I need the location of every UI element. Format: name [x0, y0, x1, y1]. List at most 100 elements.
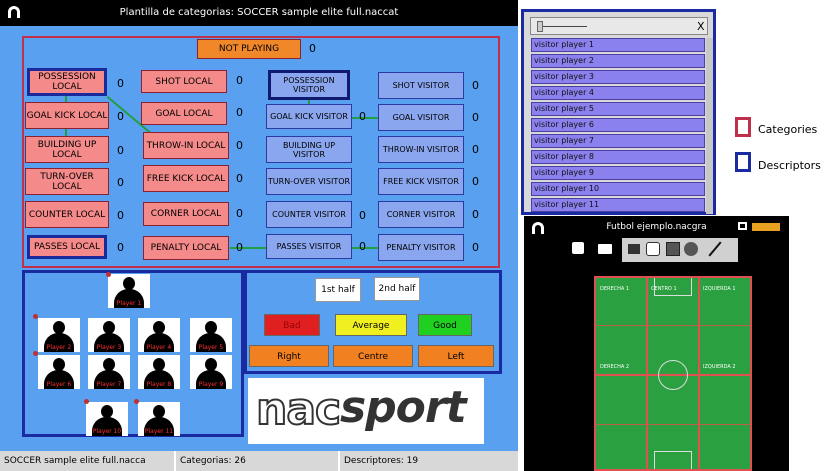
- player-card[interactable]: Player 5: [190, 318, 232, 352]
- save-icon[interactable]: [572, 242, 584, 254]
- line-tool-icon[interactable]: [708, 241, 722, 257]
- category-label: COUNTER VISITOR: [272, 210, 346, 219]
- status-bar: SOCCER sample elite full.nacca Categoria…: [0, 451, 518, 471]
- list-item[interactable]: visitor player 8: [531, 150, 705, 164]
- category-goal-visitor[interactable]: GOAL VISITOR: [378, 104, 464, 131]
- category-corner-local[interactable]: CORNER LOCAL: [143, 202, 229, 226]
- category-corner-visitor[interactable]: CORNER VISITOR: [378, 201, 464, 228]
- not-playing-label: NOT PLAYING: [218, 44, 280, 54]
- player-label: Player 2: [46, 344, 72, 351]
- category-count: 0: [117, 209, 124, 222]
- list-item[interactable]: visitor player 10: [531, 182, 705, 196]
- list-item[interactable]: visitor player 1: [531, 38, 705, 52]
- category-goal-kick-local[interactable]: GOAL KICK LOCAL: [25, 102, 109, 129]
- category-penalty-local[interactable]: PENALTY LOCAL: [143, 236, 229, 260]
- list-scrollbar[interactable]: [706, 38, 713, 214]
- hand-icon[interactable]: [646, 242, 660, 256]
- maximize-icon[interactable]: [738, 222, 747, 230]
- category-turn-over-visitor[interactable]: TURN-OVER VISITOR: [266, 168, 352, 195]
- category-count: 0: [359, 209, 366, 222]
- player-card[interactable]: Player 7: [88, 355, 130, 389]
- category-goal-local[interactable]: GOAL LOCAL: [141, 102, 227, 125]
- category-penalty-visitor[interactable]: PENALTY VISITOR: [378, 234, 464, 261]
- list-item[interactable]: visitor player 2: [531, 54, 705, 68]
- zone-centre-button[interactable]: Centre: [333, 345, 413, 367]
- close-icon[interactable]: X: [697, 20, 705, 33]
- category-goal-kick-visitor[interactable]: GOAL KICK VISITOR: [266, 104, 352, 129]
- category-label: POSSESSION VISITOR: [283, 76, 335, 94]
- folder-icon[interactable]: [598, 244, 612, 254]
- player-label: Player 5: [198, 344, 224, 351]
- player-card[interactable]: Player 3: [88, 318, 130, 352]
- zone-line-lower: [596, 424, 750, 425]
- legend-descriptors-label: Descriptors: [758, 159, 821, 172]
- player-card[interactable]: Player 8: [138, 355, 180, 389]
- player-card[interactable]: Player 10: [86, 402, 128, 436]
- category-count: 0: [236, 74, 243, 87]
- category-building-up-visitor[interactable]: BUILDING UP VISITOR: [266, 136, 352, 163]
- zone-label: CENTRO 1: [651, 286, 677, 292]
- category-counter-visitor[interactable]: COUNTER VISITOR: [266, 201, 352, 228]
- category-turn-over-local[interactable]: TURN-OVER LOCAL: [25, 168, 109, 195]
- category-shot-local[interactable]: SHOT LOCAL: [141, 70, 227, 93]
- rating-good-button[interactable]: Good: [418, 314, 472, 336]
- category-possession-visitor[interactable]: POSSESSION VISITOR: [268, 70, 350, 100]
- folder-open-icon[interactable]: [628, 244, 640, 254]
- category-free-kick-visitor[interactable]: FREE KICK VISITOR: [378, 168, 464, 195]
- soccer-field[interactable]: DERECHA 1 CENTRO 1 IZQUIERDA 1 DERECHA 2…: [594, 276, 752, 471]
- zone-label: DERECHA 1: [600, 286, 630, 292]
- app-logo-icon: [8, 6, 20, 18]
- category-passes-visitor[interactable]: PASSES VISITOR: [266, 234, 352, 259]
- rating-average-button[interactable]: Average: [335, 314, 407, 336]
- category-shot-visitor[interactable]: SHOT VISITOR: [378, 72, 464, 99]
- category-label: POSSESSION LOCAL: [38, 72, 96, 92]
- list-item[interactable]: visitor player 6: [531, 118, 705, 132]
- list-item[interactable]: visitor player 3: [531, 70, 705, 84]
- list-item[interactable]: visitor player 7: [531, 134, 705, 148]
- player-card[interactable]: Player 11: [138, 402, 180, 436]
- zone-left-button[interactable]: Left: [418, 345, 494, 367]
- category-count: 0: [117, 144, 124, 157]
- list-item[interactable]: visitor player 4: [531, 86, 705, 100]
- app-logo-icon: [532, 222, 544, 234]
- second-half-button[interactable]: 2nd half: [374, 277, 420, 301]
- ellipse-tool-icon[interactable]: [684, 242, 698, 256]
- rectangle-tool-icon[interactable]: [666, 242, 680, 256]
- rating-bad-button[interactable]: Bad: [264, 314, 320, 336]
- player-label: Player 3: [96, 344, 122, 351]
- category-count: 0: [472, 111, 479, 124]
- not-playing-button[interactable]: NOT PLAYING: [197, 39, 301, 59]
- list-item[interactable]: visitor player 5: [531, 102, 705, 116]
- category-label: SHOT LOCAL: [155, 76, 213, 87]
- player-card[interactable]: Player 9: [190, 355, 232, 389]
- window-controls-icon[interactable]: [752, 223, 780, 231]
- player-label: Player 1: [116, 300, 142, 307]
- category-throw-in-visitor[interactable]: THROW-IN VISITOR: [378, 136, 464, 163]
- zone-label: IZQUIERDA 1: [703, 286, 736, 292]
- category-label: PASSES LOCAL: [34, 242, 100, 252]
- category-possession-local[interactable]: POSSESSION LOCAL: [27, 68, 107, 96]
- category-throw-in-local[interactable]: THROW-IN LOCAL: [143, 132, 229, 159]
- list-item[interactable]: visitor player 9: [531, 166, 705, 180]
- nacsport-logo: nac sport: [248, 378, 484, 444]
- category-counter-local[interactable]: COUNTER LOCAL: [25, 201, 109, 228]
- player-card[interactable]: Player 1: [108, 274, 150, 308]
- category-building-up-local[interactable]: BUILDING UP LOCAL: [25, 136, 109, 163]
- first-half-button[interactable]: 1st half: [315, 278, 361, 302]
- category-count: 0: [359, 240, 366, 253]
- player-card[interactable]: Player 6: [38, 355, 80, 389]
- zone-label: IZQUIERDA 2: [703, 364, 736, 370]
- list-item[interactable]: visitor player 11: [531, 198, 705, 212]
- category-label: BUILDING UP LOCAL: [37, 139, 97, 160]
- logo-text-nac: nac: [255, 383, 342, 436]
- category-label: GOAL KICK VISITOR: [270, 112, 348, 121]
- category-free-kick-local[interactable]: FREE KICK LOCAL: [143, 165, 229, 192]
- category-label: SHOT VISITOR: [392, 81, 450, 90]
- slider-track[interactable]: X: [530, 17, 708, 35]
- category-count: 0: [472, 208, 479, 221]
- zone-right-button[interactable]: Right: [249, 345, 329, 367]
- player-card[interactable]: Player 2: [38, 318, 80, 352]
- category-passes-local[interactable]: PASSES LOCAL: [27, 235, 107, 259]
- player-card[interactable]: Player 4: [138, 318, 180, 352]
- category-count: 0: [472, 241, 479, 254]
